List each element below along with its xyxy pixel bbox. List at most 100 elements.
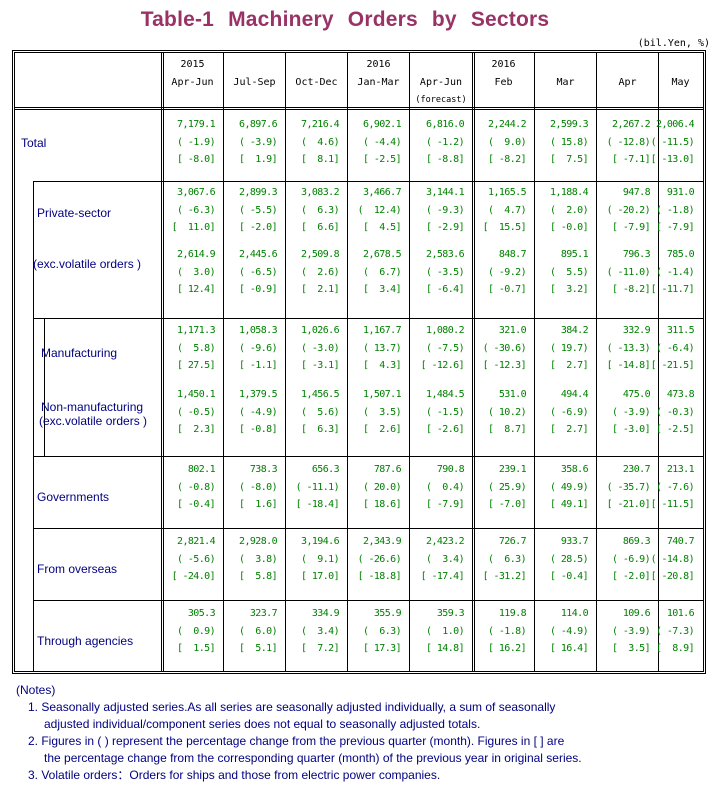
value-cell: 2,678.5 ( 6.7) [ 3.4] <box>341 246 402 299</box>
value-cell: 787.6 ( 20.0) [ 18.6] <box>341 461 402 514</box>
qoq-change: ( 3.8) <box>239 553 278 565</box>
column-header: Oct-Dec <box>287 53 346 107</box>
level: 2,509.8 <box>301 249 340 260</box>
yoy-change: [ -2.5] <box>656 424 695 435</box>
level: 3,194.6 <box>301 536 340 547</box>
value-cell: 2,599.3 ( 15.8) [ 7.5] <box>528 116 589 169</box>
level: 494.4 <box>560 389 589 400</box>
column-period: Apr-Jun <box>171 77 214 88</box>
level: 2,821.4 <box>177 536 216 547</box>
qoq-change: ( 4.7) <box>488 204 527 216</box>
yoy-change: [ 7.5] <box>550 154 589 165</box>
qoq-change: ( -1.2) <box>426 136 465 148</box>
level: 7,216.4 <box>301 119 340 130</box>
level: 656.3 <box>311 464 340 475</box>
value-cell: 6,816.0 ( -1.2) [ -8.8] <box>404 116 465 169</box>
level: 790.8 <box>436 464 465 475</box>
yoy-change: [ -31.2] <box>482 571 527 582</box>
value-cell: 848.7 ( -9.2) [ -0.7] <box>466 246 527 299</box>
qoq-change: ( -5.6) <box>177 553 216 565</box>
column-year: 2016 <box>366 59 391 70</box>
value-cell: 473.8 ( -0.3) [ -2.5] <box>634 386 695 439</box>
level: 2,899.3 <box>239 187 278 198</box>
value-cell: 6,897.6 ( -3.9) [ 1.9] <box>217 116 278 169</box>
yoy-change: [ -13.0] <box>650 154 695 165</box>
yoy-change: [ -12.3] <box>482 360 527 371</box>
column-year: 2015 <box>180 59 205 70</box>
value-cell: 2,423.2 ( 3.4) [ -17.4] <box>404 533 465 586</box>
qoq-change: ( -7.6) <box>656 481 695 493</box>
yoy-change: [ -8.2] <box>488 154 527 165</box>
level: 334.9 <box>311 608 340 619</box>
value-cell: 1,450.1 ( -0.5) [ 2.3] <box>155 386 216 439</box>
row-label-private-sector: Private-sector <box>37 206 111 220</box>
yoy-change: [ 11.0] <box>171 222 216 233</box>
value-cell: 1,058.3 ( -9.6) [ -1.1] <box>217 322 278 375</box>
level: 2,244.2 <box>488 119 527 130</box>
qoq-change: ( -7.3) <box>656 625 695 637</box>
level: 738.3 <box>249 464 278 475</box>
level: 3,067.6 <box>177 187 216 198</box>
yoy-change: [ 2.7] <box>550 360 589 371</box>
qoq-change: ( -1.4) <box>656 266 695 278</box>
level: 1,450.1 <box>177 389 216 400</box>
qoq-change: ( 2.0) <box>550 204 589 216</box>
row-divider <box>33 318 703 319</box>
level: 384.2 <box>560 325 589 336</box>
yoy-change: [ -17.4] <box>420 571 465 582</box>
qoq-change: ( -3.0) <box>301 342 340 354</box>
value-cell: 531.0 ( 10.2) [ 8.7] <box>466 386 527 439</box>
value-cell: 7,179.1 ( -1.9) [ -8.0] <box>155 116 216 169</box>
level: 2,343.9 <box>363 536 402 547</box>
row-label-text: Governments <box>37 490 110 504</box>
column-period: Jul-Sep <box>233 77 276 88</box>
level: 2,928.0 <box>239 536 278 547</box>
value-cell: 355.9 ( 6.3) [ 17.3] <box>341 605 402 658</box>
row-label-text: Private-sector <box>37 206 112 220</box>
row-label-text: From overseas <box>37 562 118 576</box>
level: 2,583.6 <box>426 249 465 260</box>
qoq-change: ( -0.3) <box>656 406 695 418</box>
value-cell: 213.1 ( -7.6) [ -11.5] <box>634 461 695 514</box>
column-period: Mar <box>556 77 575 88</box>
value-cell: 3,466.7 ( 12.4) [ 4.5] <box>341 184 402 237</box>
qoq-change: ( -14.8) <box>650 553 695 565</box>
level: 6,816.0 <box>426 119 465 130</box>
yoy-change: [ 1.5] <box>177 643 216 654</box>
yoy-change: [ -18.8] <box>357 571 402 582</box>
qoq-change: ( -3.9) <box>239 136 278 148</box>
row-label-private-exc-volatile: (exc.volatile orders ) <box>33 257 141 271</box>
qoq-change: ( -7.5) <box>426 342 465 354</box>
yoy-change: [ 15.5] <box>482 222 527 233</box>
value-cell: 305.3 ( 0.9) [ 1.5] <box>155 605 216 658</box>
level: 1,080.2 <box>426 325 465 336</box>
yoy-change: [ 16.4] <box>550 643 589 654</box>
level: 895.1 <box>560 249 589 260</box>
qoq-change: ( -6.9) <box>550 406 589 418</box>
value-cell: 7,216.4 ( 4.6) [ 8.1] <box>279 116 340 169</box>
column-note: (forecast) <box>415 95 467 105</box>
qoq-change: ( 12.4) <box>357 204 402 216</box>
indent-line <box>44 318 45 456</box>
column-header: May <box>660 53 701 107</box>
yoy-change: [ -8.0] <box>177 154 216 165</box>
column-header: Apr <box>598 53 657 107</box>
column-period: Jan-Mar <box>357 77 400 88</box>
value-cell: 1,379.5 ( -4.9) [ -0.8] <box>217 386 278 439</box>
qoq-change: ( 15.8) <box>550 136 589 148</box>
yoy-change: [ 8.7] <box>488 424 527 435</box>
qoq-change: ( -6.5) <box>239 266 278 278</box>
value-cell: 101.6 ( -7.3) [ 8.9] <box>634 605 695 658</box>
yoy-change: [ 5.1] <box>239 643 278 654</box>
machinery-orders-table: 2015 Apr-Jun Jul-Sep Oct-Dec 2016 Jan-Mar Apr-… <box>12 50 706 674</box>
row-label-text: Manufacturing <box>41 346 118 360</box>
row-divider <box>33 181 703 182</box>
yoy-change: [ 4.5] <box>363 222 402 233</box>
column-header: Mar <box>536 53 595 107</box>
level: 726.7 <box>498 536 527 547</box>
level: 213.1 <box>666 464 695 475</box>
unit-label: (bil.Yen, %) <box>637 38 710 49</box>
qoq-change: ( 25.9) <box>488 481 527 493</box>
level: 323.7 <box>249 608 278 619</box>
level: 1,026.6 <box>301 325 340 336</box>
